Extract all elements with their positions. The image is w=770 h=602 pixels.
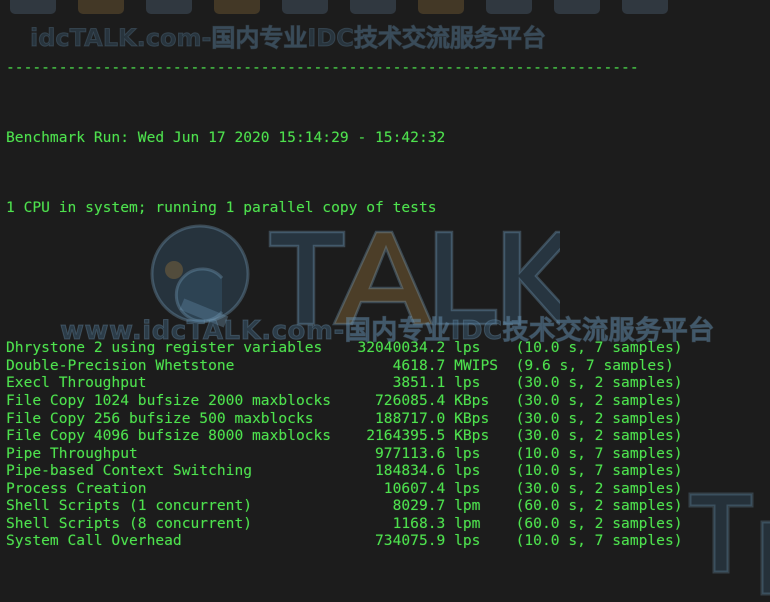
benchmark-result-row: File Copy 256 bufsize 500 maxblocks 1887… <box>6 409 683 427</box>
benchmark-result-row: File Copy 1024 bufsize 2000 maxblocks 72… <box>6 392 683 410</box>
separator-line: ----------------------------------------… <box>6 58 639 76</box>
benchmark-result-row: Process Creation 10607.4 lps (30.0 s, 2 … <box>6 479 683 497</box>
terminal-window: idcTALK.com-国内专业IDC技术交流服务平台 www.idcTALK.… <box>0 0 770 602</box>
benchmark-result-row: Dhrystone 2 using register variables 320… <box>6 339 683 357</box>
benchmark-result-row: Pipe Throughput 977113.6 lps (10.0 s, 7 … <box>6 444 683 462</box>
benchmark-result-row: File Copy 4096 bufsize 8000 maxblocks 21… <box>6 427 683 445</box>
benchmark-result-row: Execl Throughput 3851.1 lps (30.0 s, 2 s… <box>6 374 683 392</box>
benchmark-result-row: System Call Overhead 734075.9 lps (10.0 … <box>6 532 683 550</box>
benchmark-run-line: Benchmark Run: Wed Jun 17 2020 15:14:29 … <box>6 128 446 146</box>
benchmark-result-row: Shell Scripts (8 concurrent) 1168.3 lpm … <box>6 514 683 532</box>
benchmark-result-row: Pipe-based Context Switching 184834.6 lp… <box>6 462 683 480</box>
cpu-info-line: 1 CPU in system; running 1 parallel copy… <box>6 199 437 217</box>
benchmark-result-row: Double-Precision Whetstone 4618.7 MWIPS … <box>6 356 674 374</box>
benchmark-result-row: Shell Scripts (1 concurrent) 8029.7 lpm … <box>6 497 683 515</box>
terminal-text: ----------------------------------------… <box>0 0 770 602</box>
results-block: Dhrystone 2 using register variables 320… <box>6 339 770 550</box>
